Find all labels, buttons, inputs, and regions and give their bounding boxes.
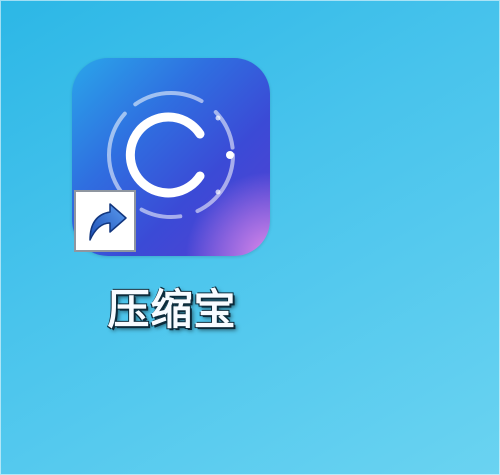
shortcut-arrow-icon (89, 203, 127, 241)
shortcut-label[interactable]: 压缩宝 (72, 276, 272, 337)
desktop-shortcut-yasuobao[interactable]: 压缩宝 (72, 58, 272, 348)
shortcut-overlay (74, 190, 136, 252)
